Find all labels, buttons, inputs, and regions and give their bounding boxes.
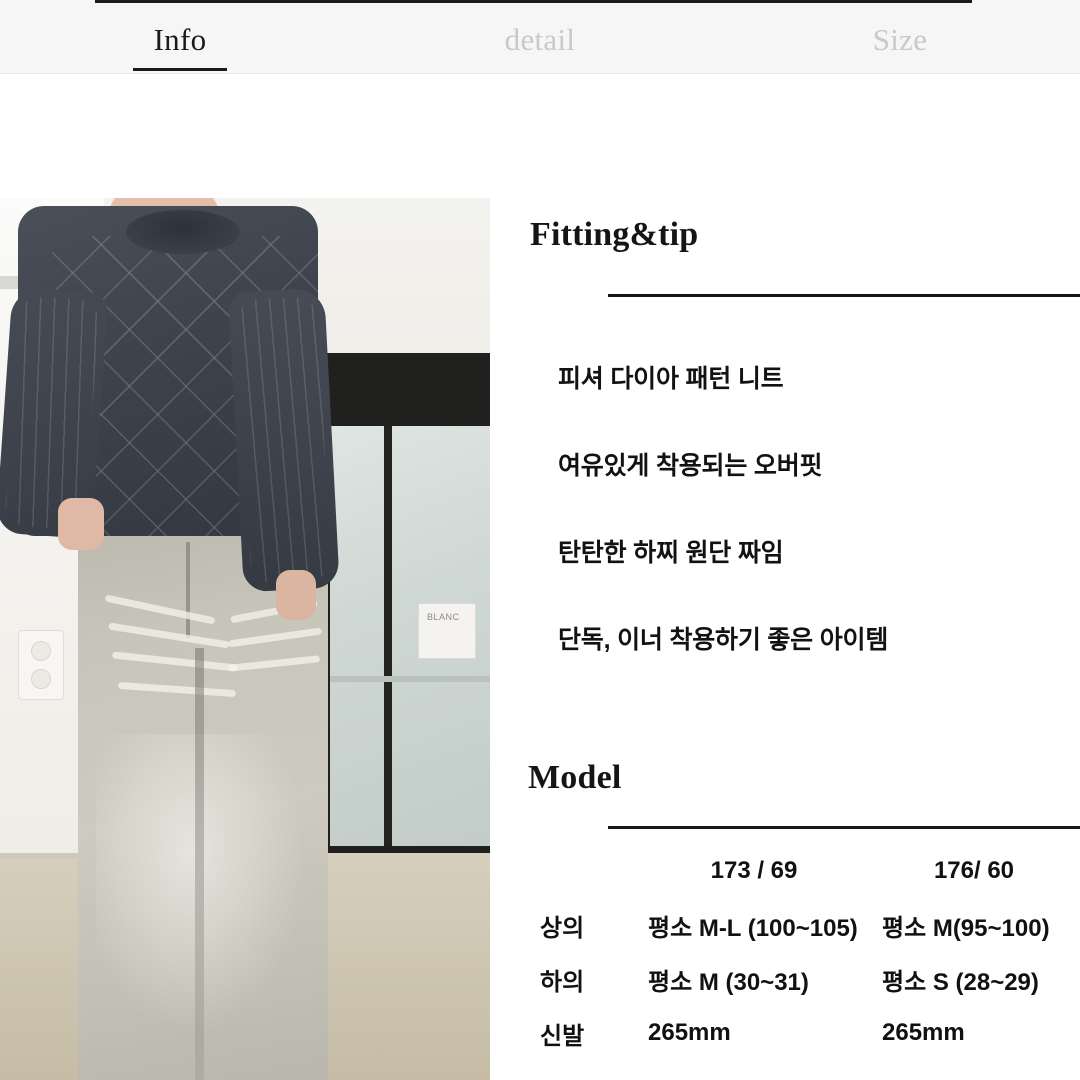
model-row-label: 하의 bbox=[540, 968, 585, 996]
table-row: 신발 265mm 265mm bbox=[528, 1006, 1080, 1060]
info-content: Fitting&tip 피셔 다이아 패턴 니트 여유있게 착용되는 오버핏 탄… bbox=[528, 74, 1080, 1080]
tab-list: Info detail Size bbox=[0, 0, 1080, 73]
tab-info-label: Info bbox=[153, 22, 207, 57]
knit-sleeve-texture bbox=[236, 296, 332, 584]
table-row: 하의 평소 M (30~31) 평소 S (28~29) bbox=[528, 952, 1080, 1006]
model-cell-a: 265mm bbox=[648, 1019, 731, 1046]
model-col-header-a: 173 / 69 bbox=[710, 857, 798, 884]
model-cell-b: 평소 S (28~29) bbox=[882, 968, 1039, 996]
jeans-whisker bbox=[227, 627, 323, 648]
model-col-header-blank bbox=[528, 844, 640, 898]
fitting-tip-heading: Fitting&tip bbox=[530, 216, 699, 253]
tab-active-underline bbox=[133, 68, 227, 71]
photo-wall-outlet bbox=[18, 630, 64, 700]
model-divider bbox=[608, 826, 1080, 829]
jeans-fly-seam bbox=[186, 542, 190, 638]
tab-size[interactable]: Size bbox=[720, 18, 1080, 55]
fitting-tip-line: 단독, 이너 착용하기 좋은 아이템 bbox=[558, 626, 889, 654]
model-col-header-b: 176/ 60 bbox=[933, 857, 1015, 884]
fitting-tip-line: 피셔 다이아 패턴 니트 bbox=[558, 365, 784, 393]
knit-sleeve-texture bbox=[4, 295, 100, 531]
model-row-label: 신발 bbox=[540, 1022, 585, 1050]
model-hand-left bbox=[58, 498, 104, 550]
tab-size-label: Size bbox=[872, 22, 928, 57]
jeans-whisker bbox=[227, 655, 321, 672]
knit-collar bbox=[126, 210, 240, 254]
fitting-tip-divider bbox=[608, 294, 1080, 297]
page-body: BLANC Fitting&tip 피셔 다이아 패턴 니트 여유있게 착용되는… bbox=[0, 74, 1080, 1080]
tab-info[interactable]: Info bbox=[0, 18, 360, 71]
model-cell-a: 평소 M-L (100~105) bbox=[648, 914, 858, 942]
table-header-row: 173 / 69 176/ 60 bbox=[528, 844, 1080, 898]
model-hand-right bbox=[276, 570, 316, 620]
tab-detail-label: detail bbox=[504, 22, 576, 57]
photo-display-card: BLANC bbox=[418, 603, 476, 659]
model-heading: Model bbox=[528, 759, 622, 796]
fitting-tip-list: 피셔 다이아 패턴 니트 여유있게 착용되는 오버핏 탄탄한 하찌 원단 짜임 … bbox=[558, 364, 1078, 712]
table-row: 상의 평소 M-L (100~105) 평소 M(95~100) bbox=[528, 898, 1080, 952]
product-photo[interactable]: BLANC bbox=[0, 198, 490, 1080]
model-cell-b: 평소 M(95~100) bbox=[882, 914, 1050, 942]
model-size-table: 173 / 69 176/ 60 상의 평소 M-L (100~105) 평소 … bbox=[528, 844, 1080, 1060]
fitting-tip-line: 탄탄한 하찌 원단 짜임 bbox=[558, 539, 784, 567]
tab-bar: Info detail Size bbox=[0, 0, 1080, 74]
jeans-knee-fade bbox=[96, 734, 306, 1034]
fitting-tip-line: 여유있게 착용되는 오버핏 bbox=[558, 452, 823, 480]
jeans-whisker bbox=[117, 681, 237, 698]
product-info-page: Info detail Size BLANC Fitting&tip 피셔 다이… bbox=[0, 0, 1080, 1080]
model-cell-a: 평소 M (30~31) bbox=[648, 968, 809, 996]
photo-display-card-text: BLANC bbox=[427, 612, 460, 622]
jeans-whisker bbox=[111, 651, 239, 672]
jeans-whisker bbox=[104, 594, 216, 625]
knit-sleeve-right bbox=[228, 287, 340, 593]
model-cell-b: 265mm bbox=[882, 1019, 965, 1046]
jeans-whisker bbox=[108, 622, 230, 649]
tab-detail[interactable]: detail bbox=[360, 18, 720, 55]
model-row-label: 상의 bbox=[540, 914, 585, 942]
product-photo-scene: BLANC bbox=[0, 198, 490, 1080]
